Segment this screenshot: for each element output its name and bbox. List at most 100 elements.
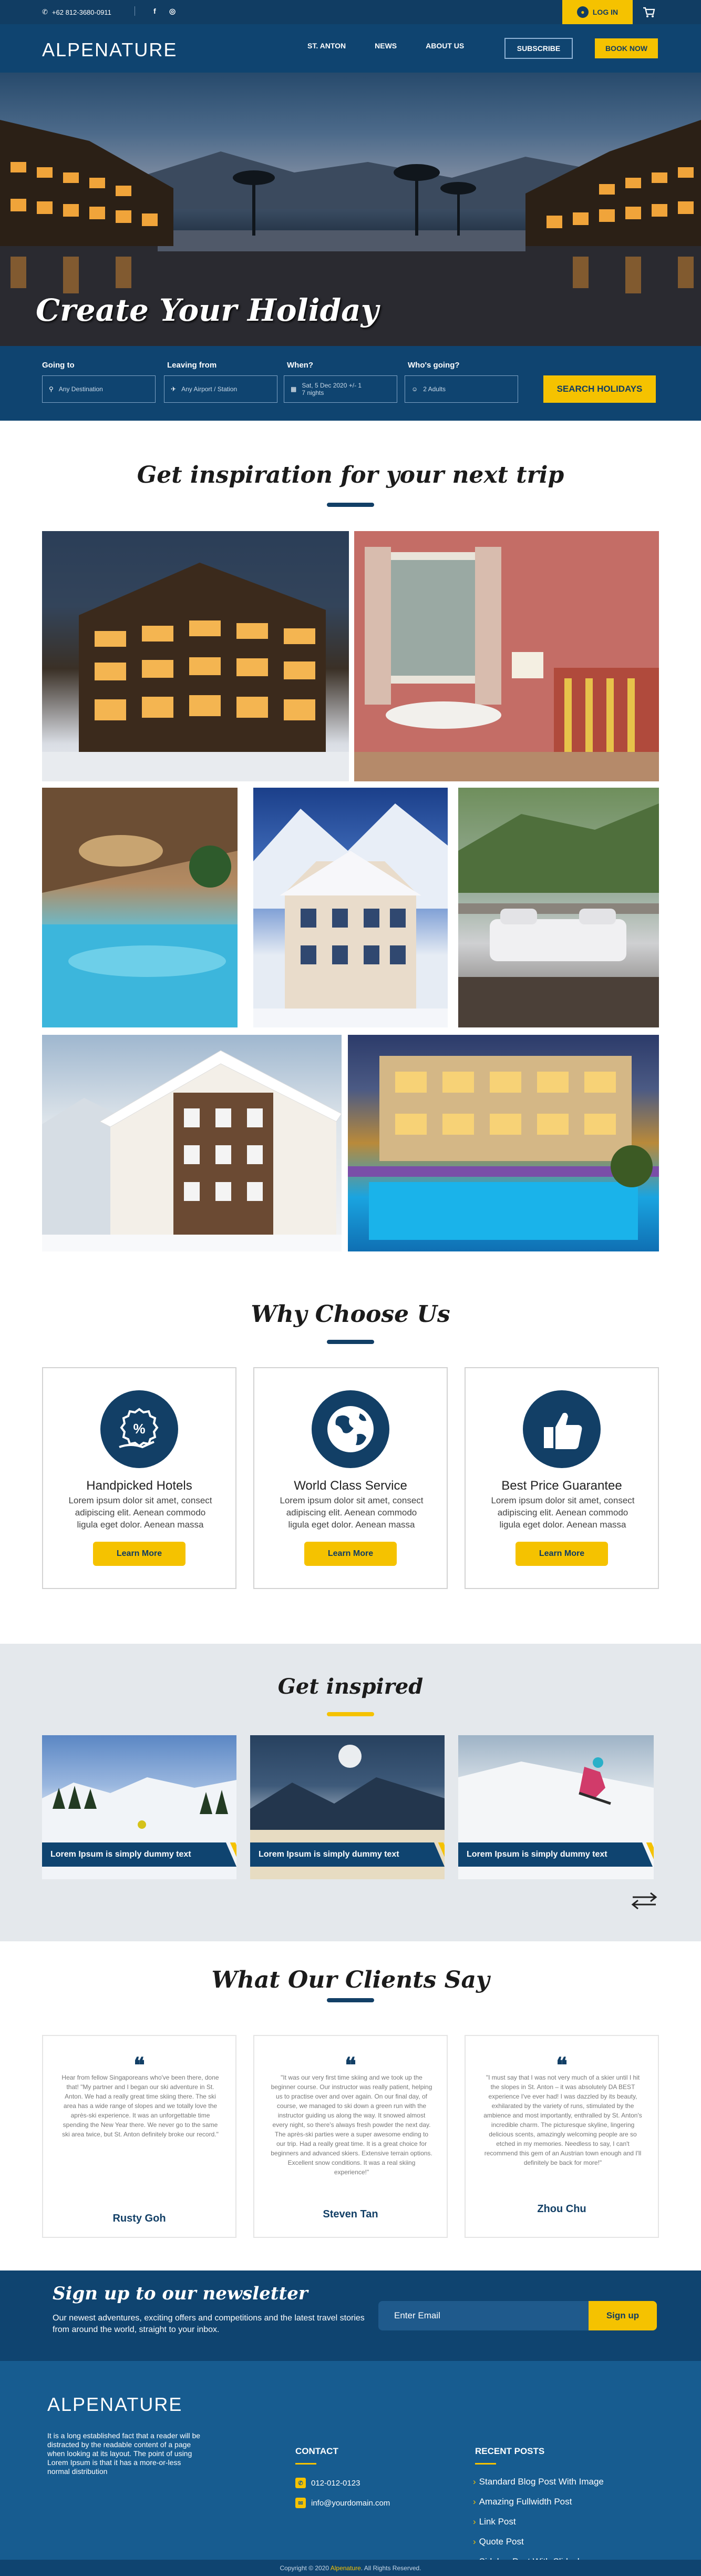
post-title: Amazing Fullwidth Post [479, 2497, 572, 2507]
get-inspired-title: Get inspired [277, 1674, 424, 1699]
inspired-caption: Lorem Ipsum is simply dummy text [458, 1842, 654, 1867]
testimonial-text: Hear from fellow Singaporeans who've bee… [61, 2074, 219, 2138]
date-line: Sat, 5 Dec 2020 +/- 1 [302, 382, 362, 389]
learn-more-button[interactable]: Learn More [516, 1542, 608, 1566]
guests-value: 2 Adults [423, 385, 446, 393]
learn-more-button[interactable]: Learn More [93, 1542, 185, 1566]
site-logo[interactable]: ALPENATURE [42, 39, 177, 61]
title-underline [327, 1998, 374, 2002]
top-bar: ✆ +62 812-3680-0911 f ◎ ● LOG IN [0, 0, 701, 24]
footer-phone[interactable]: ✆ 012-012-0123 [295, 2478, 360, 2488]
testimonials-title: What Our Clients Say [211, 1967, 490, 1993]
footer-about-text: It is a long established fact that a rea… [47, 2431, 201, 2476]
site-footer: ALPENATURE It is a long established fact… [0, 2361, 701, 2576]
inspired-card-skier[interactable]: Lorem Ipsum is simply dummy text [458, 1735, 654, 1879]
subscribe-button[interactable]: SUBSCRIBE [504, 38, 573, 59]
destination-placeholder: Any Destination [58, 385, 103, 393]
inspired-card-ski-slope[interactable]: Lorem Ipsum is simply dummy text [42, 1735, 236, 1879]
thumbs-up-icon [523, 1390, 601, 1468]
inspired-caption: Lorem Ipsum is simply dummy text [42, 1842, 236, 1867]
feature-title: World Class Service [294, 1479, 407, 1493]
guests-input[interactable]: ☺ 2 Adults [405, 375, 518, 403]
indoor-pool-illustration [42, 788, 238, 1027]
feature-text: Lorem ipsum dolor sit amet, consect adip… [280, 1495, 424, 1530]
feature-card-hotels: % Handpicked Hotels Lorem ipsum dolor si… [42, 1367, 236, 1589]
nights-line: 7 nights [302, 389, 324, 396]
book-now-button[interactable]: BOOK NOW [595, 38, 658, 58]
newsletter-text: Our newest adventures, exciting offers a… [53, 2314, 365, 2334]
destination-input[interactable]: ⚲ Any Destination [42, 375, 156, 403]
gallery-image-snowy-hotel[interactable] [253, 788, 448, 1027]
email-input[interactable]: Enter Email [378, 2301, 589, 2330]
plane-icon: ✈ [171, 385, 177, 393]
search-holidays-button[interactable]: SEARCH HOLIDAYS [543, 375, 656, 403]
copyright-brand-link[interactable]: Alpenature [331, 2564, 361, 2572]
testimonial-author: Zhou Chu [537, 2203, 586, 2215]
heading-underline [475, 2463, 496, 2465]
copyright-text: Copyright © 2020 Alpenature. All Rights … [0, 2560, 701, 2572]
gallery-image-outdoor-pool[interactable] [348, 1035, 659, 1251]
gallery-image-chalet-night[interactable] [42, 531, 349, 781]
caption-accent [438, 1842, 445, 1867]
going-to-label: Going to [42, 361, 75, 370]
gallery-image-terrace-bed[interactable] [458, 788, 659, 1027]
recent-post-link[interactable]: › Standard Blog Post With Image [473, 2477, 604, 2487]
sitting-room-illustration [354, 531, 659, 781]
why-choose-title: Why Choose Us [251, 1301, 450, 1328]
caption-accent [230, 1842, 236, 1867]
footer-email[interactable]: ✉ info@yourdomain.com [295, 2498, 390, 2508]
login-button[interactable]: ● LOG IN [562, 0, 633, 24]
post-title: Quote Post [479, 2537, 524, 2547]
recent-post-link[interactable]: › Link Post [473, 2517, 516, 2527]
date-value: Sat, 5 Dec 2020 +/- 1 7 nights [302, 382, 362, 396]
inspired-caption: Lorem Ipsum is simply dummy text [250, 1842, 445, 1867]
signup-button[interactable]: Sign up [589, 2301, 657, 2330]
gallery-image-indoor-pool[interactable] [42, 788, 238, 1027]
copyright-suffix: . All Rights Reserved. [360, 2564, 421, 2572]
gallery-image-chalet-winter[interactable] [42, 1035, 342, 1251]
cart-icon[interactable] [642, 5, 656, 19]
caption-text: Lorem Ipsum is simply dummy text [259, 1850, 399, 1859]
caption-accent [646, 1842, 654, 1867]
phone-number: +62 812-3680-0911 [51, 8, 111, 16]
date-input[interactable]: ▦ Sat, 5 Dec 2020 +/- 1 7 nights [284, 375, 397, 403]
inspired-card-valley[interactable]: Lorem Ipsum is simply dummy text [250, 1735, 445, 1879]
chevron-right-icon: › [473, 2477, 476, 2487]
user-icon: ● [576, 6, 589, 18]
carousel-arrows-icon[interactable] [630, 1891, 659, 1910]
facebook-icon[interactable]: f [153, 7, 156, 15]
login-label: LOG IN [592, 8, 618, 16]
feature-title: Best Price Guarantee [501, 1479, 622, 1493]
phone-contact[interactable]: ✆ +62 812-3680-0911 [42, 8, 111, 16]
person-icon: ☺ [411, 385, 418, 393]
whos-going-label: Who's going? [408, 361, 460, 370]
svg-text:%: % [133, 1421, 145, 1437]
snowy-hotel-illustration [253, 803, 448, 1027]
nav-item-about-us[interactable]: ABOUT US [426, 42, 464, 50]
inspiration-title: Get inspiration for your next trip [137, 462, 564, 488]
nav-item-news[interactable]: NEWS [375, 42, 397, 50]
recent-posts-heading: RECENT POSTS [475, 2446, 545, 2456]
gallery-image-sitting-room[interactable] [354, 531, 659, 781]
phone-icon: ✆ [42, 8, 48, 16]
contact-heading: CONTACT [295, 2446, 338, 2456]
learn-more-button[interactable]: Learn More [304, 1542, 397, 1566]
post-title: Link Post [479, 2517, 516, 2527]
testimonial-author: Rusty Goh [112, 2213, 166, 2224]
footer-logo[interactable]: ALPENATURE [47, 2394, 182, 2416]
copyright-bar: Copyright © 2020 Alpenature. All Rights … [0, 2560, 701, 2576]
instagram-icon[interactable]: ◎ [169, 7, 176, 16]
departure-placeholder: Any Airport / Station [181, 385, 238, 393]
nav-item-st-anton[interactable]: ST. ANTON [307, 42, 346, 50]
caption-text: Lorem Ipsum is simply dummy text [467, 1850, 607, 1859]
departure-input[interactable]: ✈ Any Airport / Station [164, 375, 277, 403]
newsletter-section: Sign up to our newsletter Our newest adv… [0, 2270, 701, 2361]
recent-post-link[interactable]: › Amazing Fullwidth Post [473, 2497, 572, 2507]
chevron-right-icon: › [473, 2497, 476, 2507]
feature-card-price: Best Price Guarantee Lorem ipsum dolor s… [465, 1367, 659, 1589]
feature-text: Lorem ipsum dolor sit amet, consect adip… [491, 1495, 635, 1530]
main-nav: ST. ANTON NEWS ABOUT US [307, 42, 493, 50]
recent-post-link[interactable]: › Quote Post [473, 2537, 524, 2547]
testimonial-card: ❝ "I must say that I was not very much o… [465, 2035, 659, 2238]
main-header: ALPENATURE ST. ANTON NEWS ABOUT US SUBSC… [0, 24, 701, 73]
